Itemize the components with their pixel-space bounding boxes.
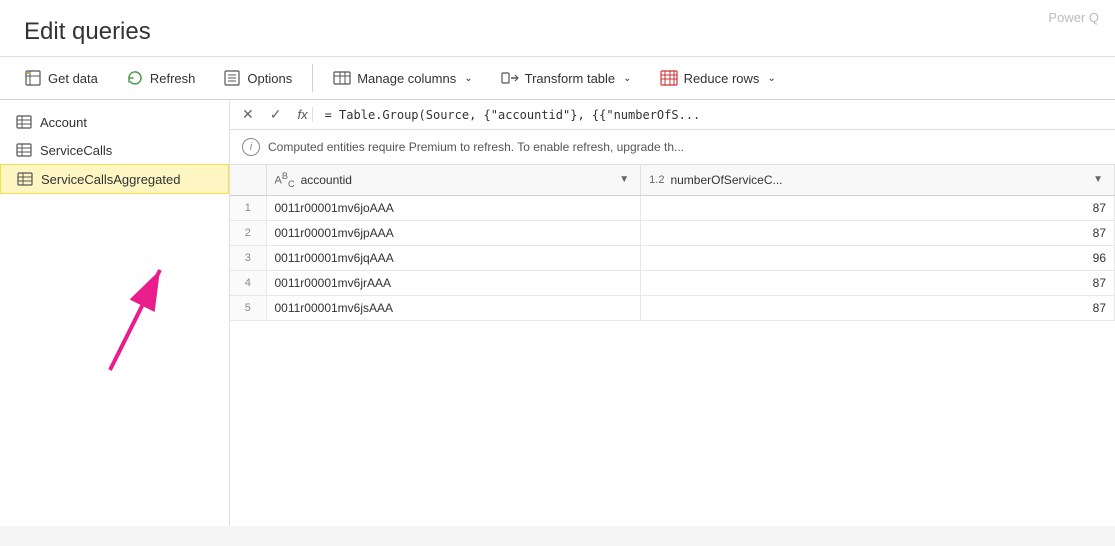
row-number: 4	[230, 270, 266, 295]
options-button[interactable]: Options	[211, 63, 304, 93]
toolbar: Get data Refresh Options	[0, 57, 1115, 100]
title-bar: Edit queries Power Q	[0, 0, 1115, 57]
cell-accountid: 0011r00001mv6jpAAA	[266, 220, 641, 245]
numservicecalls-type-icon: 1.2	[649, 174, 664, 186]
cell-numservicecalls: 87	[641, 220, 1115, 245]
col-header-numservicecalls: 1.2 numberOfServiceC... ▼	[641, 165, 1115, 195]
info-icon: i	[242, 138, 260, 156]
formula-cancel-button[interactable]: ✕	[238, 104, 258, 125]
sidebar-item-servicecalls-label: ServiceCalls	[40, 143, 112, 158]
table-icon-account	[16, 114, 32, 130]
page-title: Edit queries	[24, 18, 1091, 46]
transform-table-icon	[501, 69, 519, 87]
cell-accountid: 0011r00001mv6jsAAA	[266, 295, 641, 320]
manage-columns-chevron: ⌄	[464, 73, 472, 84]
sidebar-item-servicecalls[interactable]: ServiceCalls	[0, 136, 229, 164]
refresh-icon	[126, 69, 144, 87]
table-icon-aggregated	[17, 171, 33, 187]
sidebar: Account ServiceCalls	[0, 100, 230, 526]
reduce-rows-icon	[660, 69, 678, 87]
info-bar: i Computed entities require Premium to r…	[230, 130, 1115, 165]
row-number: 3	[230, 245, 266, 270]
accountid-type-icon: ABC	[275, 171, 295, 189]
formula-accept-button[interactable]: ✓	[266, 104, 286, 125]
accountid-col-label: accountid	[301, 173, 352, 187]
sidebar-item-account-label: Account	[40, 115, 87, 130]
table-icon-servicecalls	[16, 142, 32, 158]
cell-numservicecalls: 96	[641, 245, 1115, 270]
manage-columns-label: Manage columns	[357, 71, 456, 86]
refresh-label: Refresh	[150, 71, 196, 86]
cell-numservicecalls: 87	[641, 195, 1115, 220]
cell-numservicecalls: 87	[641, 295, 1115, 320]
get-data-icon	[24, 69, 42, 87]
options-label: Options	[247, 71, 292, 86]
table-row: 50011r00001mv6jsAAA87	[230, 295, 1115, 320]
row-number: 2	[230, 220, 266, 245]
sidebar-item-servicecallsaggregated[interactable]: ServiceCallsAggregated	[0, 164, 229, 194]
cell-accountid: 0011r00001mv6jrAAA	[266, 270, 641, 295]
cell-accountid: 0011r00001mv6joAAA	[266, 195, 641, 220]
sidebar-item-account[interactable]: Account	[0, 108, 229, 136]
reduce-rows-label: Reduce rows	[684, 71, 760, 86]
toolbar-separator-1	[312, 64, 313, 92]
fx-label: fx	[293, 107, 312, 122]
data-table: ABC accountid ▼ 1.2 numberOfServiceC... …	[230, 165, 1115, 526]
row-number: 1	[230, 195, 266, 220]
refresh-button[interactable]: Refresh	[114, 63, 208, 93]
cell-accountid: 0011r00001mv6jqAAA	[266, 245, 641, 270]
reduce-rows-button[interactable]: Reduce rows ⌄	[648, 63, 788, 93]
numservicecalls-col-label: numberOfServiceC...	[670, 173, 782, 187]
sidebar-item-aggregated-label: ServiceCallsAggregated	[41, 172, 180, 187]
numservicecalls-filter-button[interactable]: ▼	[1090, 173, 1106, 186]
col-header-accountid: ABC accountid ▼	[266, 165, 641, 195]
table-row: 20011r00001mv6jpAAA87	[230, 220, 1115, 245]
manage-columns-button[interactable]: Manage columns ⌄	[321, 63, 484, 93]
cell-numservicecalls: 87	[641, 270, 1115, 295]
options-icon	[223, 69, 241, 87]
table-row: 10011r00001mv6joAAA87	[230, 195, 1115, 220]
main-content: Account ServiceCalls	[0, 100, 1115, 526]
results-table: ABC accountid ▼ 1.2 numberOfServiceC... …	[230, 165, 1115, 321]
table-row: 30011r00001mv6jqAAA96	[230, 245, 1115, 270]
formula-text: = Table.Group(Source, {"accountid"}, {{"…	[325, 108, 701, 122]
row-number: 5	[230, 295, 266, 320]
table-row: 40011r00001mv6jrAAA87	[230, 270, 1115, 295]
transform-table-label: Transform table	[525, 71, 616, 86]
formula-bar: ✕ ✓ fx = Table.Group(Source, {"accountid…	[230, 100, 1115, 130]
col-header-rownum	[230, 165, 266, 195]
get-data-label: Get data	[48, 71, 98, 86]
reduce-rows-chevron: ⌄	[767, 73, 775, 84]
accountid-filter-button[interactable]: ▼	[616, 173, 632, 186]
app-watermark: Power Q	[1048, 10, 1099, 25]
get-data-button[interactable]: Get data	[12, 63, 110, 93]
query-panel: ✕ ✓ fx = Table.Group(Source, {"accountid…	[230, 100, 1115, 526]
info-message: Computed entities require Premium to ref…	[268, 140, 684, 154]
manage-columns-icon	[333, 69, 351, 87]
transform-table-button[interactable]: Transform table ⌄	[489, 63, 644, 93]
transform-table-chevron: ⌄	[623, 73, 631, 84]
